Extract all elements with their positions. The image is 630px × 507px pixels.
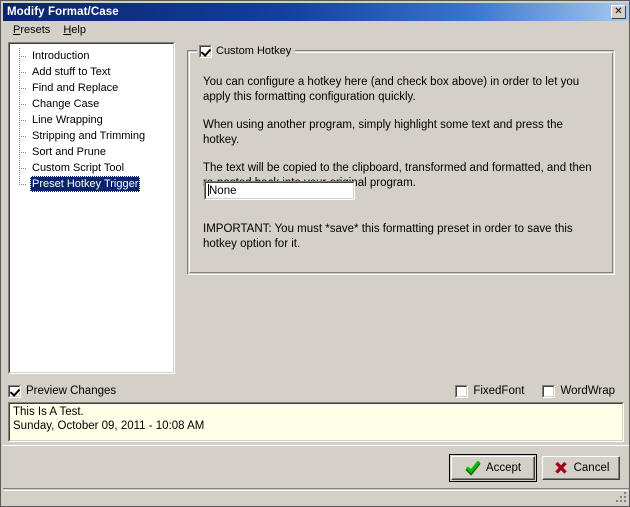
section-tree-panel: Introduction Add stuff to Text Find and … [8,42,175,374]
custom-hotkey-groupbox: Custom Hotkey You can configure a hotkey… [187,44,615,275]
word-wrap-option[interactable]: WordWrap [542,384,615,398]
preview-pane[interactable]: This Is A Test. Sunday, October 09, 2011… [8,402,624,442]
preview-changes-label: Preview Changes [26,385,117,397]
section-tree: Introduction Add stuff to Text Find and … [9,43,174,373]
fixed-font-label: FixedFont [473,385,525,397]
window-title: Modify Format/Case [7,6,119,18]
cancel-button-label: Cancel [573,462,610,474]
sidebar-item-introduction[interactable]: Introduction [10,48,173,64]
modify-format-case-window: Modify Format/Case ✕ Presets Help Introd… [0,0,630,507]
checkmark-icon [465,460,481,476]
custom-hotkey-checkbox[interactable] [199,44,212,58]
sidebar-item-label: Introduction [32,50,90,62]
hotkey-input-value: None [209,185,237,197]
custom-hotkey-label: Custom Hotkey [216,45,292,57]
sidebar-item-label: Change Case [32,98,100,110]
sidebar-item-label: Custom Script Tool [32,162,125,174]
preview-changes-checkbox[interactable] [8,384,21,398]
close-button[interactable]: ✕ [611,5,626,19]
menu-item-presets[interactable]: Presets [7,23,57,38]
sidebar-item-label: Preset Hotkey Trigger [30,176,141,192]
menu-bar: Presets Help [3,22,629,39]
menu-help-label: elp [71,24,86,36]
custom-hotkey-checkbox-row[interactable]: Custom Hotkey [197,44,296,58]
sidebar-item-stripping-and-trimming[interactable]: Stripping and Trimming [10,128,173,144]
title-bar: Modify Format/Case ✕ [3,3,629,21]
hotkey-input-field[interactable]: None [205,182,354,199]
status-bar [3,488,629,504]
menu-presets-label: resets [20,24,51,36]
preview-text[interactable]: This Is A Test. Sunday, October 09, 2011… [9,403,623,441]
sidebar-item-custom-script-tool[interactable]: Custom Script Tool [10,160,173,176]
important-note: IMPORTANT: You must *save* this formatti… [203,223,573,250]
cancel-button[interactable]: Cancel [542,456,620,480]
status-bar-inner [4,490,628,503]
hotkey-input[interactable]: None [204,181,355,200]
fixed-font-option[interactable]: FixedFont [455,384,525,398]
sidebar-item-label: Find and Replace [32,82,119,94]
sidebar-item-sort-and-prune[interactable]: Sort and Prune [10,144,173,160]
sidebar-item-label: Stripping and Trimming [32,130,146,142]
accept-button-label: Accept [485,462,522,474]
sidebar-item-preset-hotkey-trigger[interactable]: Preset Hotkey Trigger [10,176,173,192]
sidebar-item-line-wrapping[interactable]: Line Wrapping [10,112,173,128]
description-paragraph-2: When using another program, simply highl… [203,119,563,146]
options-row: Preview Changes FixedFont WordWrap [8,383,615,399]
sidebar-item-add-stuff-to-text[interactable]: Add stuff to Text [10,64,173,80]
sidebar-item-label: Add stuff to Text [32,66,111,78]
button-bar: Accept Cancel [3,445,629,489]
sidebar-item-find-and-replace[interactable]: Find and Replace [10,80,173,96]
close-x-icon [553,460,569,476]
fixed-font-checkbox[interactable] [455,384,469,398]
menu-item-help[interactable]: Help [57,23,93,38]
sidebar-item-label: Line Wrapping [32,114,103,126]
description-paragraph-1: You can configure a hotkey here (and che… [203,76,580,103]
sidebar-item-label: Sort and Prune [32,146,106,158]
accept-button[interactable]: Accept [449,454,537,482]
close-icon: ✕ [614,6,623,17]
preview-changes-option[interactable]: Preview Changes [8,384,117,398]
word-wrap-label: WordWrap [560,385,615,397]
resize-grip-icon[interactable] [614,491,628,504]
word-wrap-checkbox[interactable] [542,384,556,398]
sidebar-item-change-case[interactable]: Change Case [10,96,173,112]
